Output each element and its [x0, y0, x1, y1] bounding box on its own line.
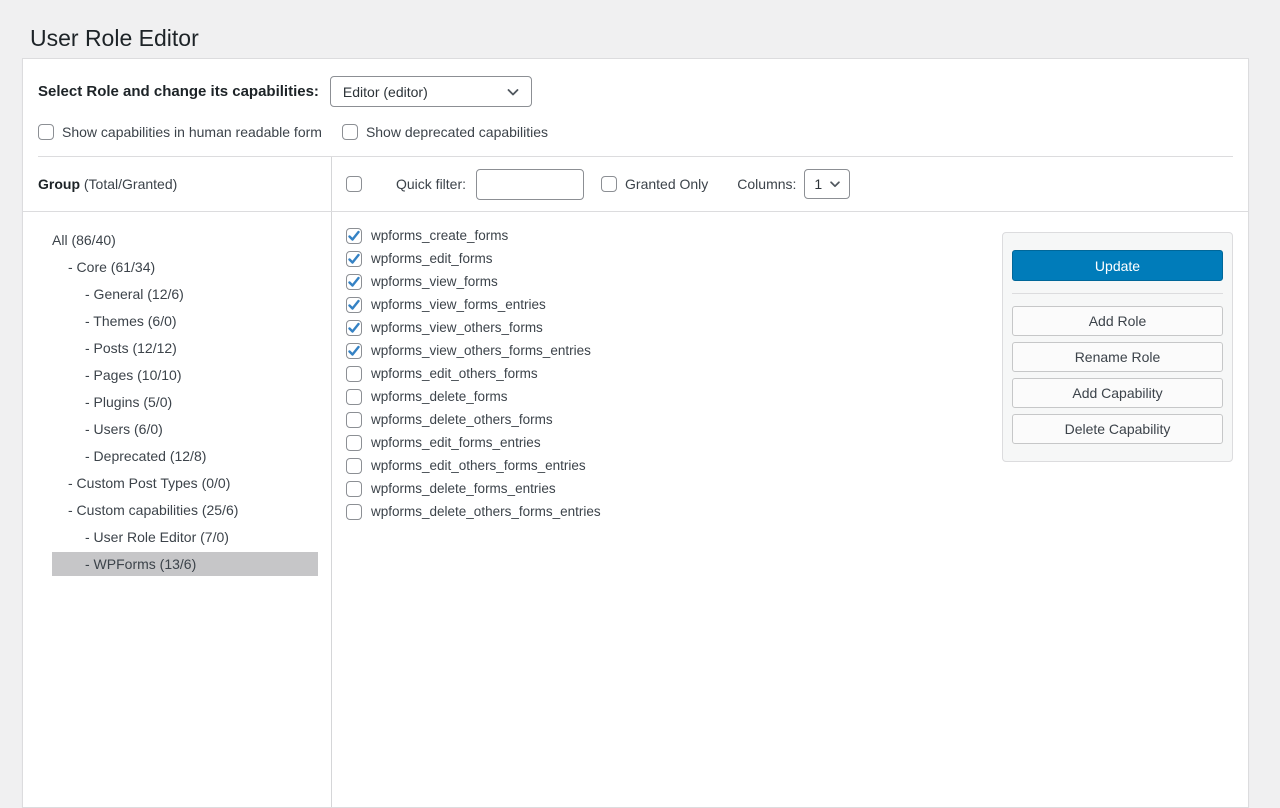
- group-item-4[interactable]: - Posts (12/12): [52, 336, 318, 360]
- role-select-value: Editor (editor): [343, 84, 428, 100]
- capability-label: wpforms_view_others_forms_entries: [371, 343, 591, 358]
- group-item-label: - Pages (10/10): [85, 367, 182, 383]
- filter-bar: Quick filter: Granted Only Columns: 1: [332, 157, 1248, 211]
- capability-label: wpforms_edit_forms: [371, 251, 493, 266]
- columns-select[interactable]: 1: [804, 169, 850, 199]
- check-icon: [348, 276, 360, 288]
- capability-checkbox[interactable]: [346, 251, 362, 267]
- columns-select-value: 1: [814, 176, 822, 192]
- group-header: Group (Total/Granted): [23, 157, 332, 211]
- actions-panel: Update Add Role Rename Role Add Capabili…: [1002, 232, 1233, 462]
- capability-checkbox[interactable]: [346, 435, 362, 451]
- add-capability-button[interactable]: Add Capability: [1012, 378, 1223, 408]
- list-body-row: All (86/40) - Core (61/34) - General (12/6…: [23, 212, 1248, 807]
- deprecated-label: Show deprecated capabilities: [366, 124, 548, 140]
- human-readable-label: Show capabilities in human readable form: [62, 124, 322, 140]
- group-item-10[interactable]: - Custom capabilities (25/6): [52, 498, 318, 522]
- group-item-label: - Themes (6/0): [85, 313, 177, 329]
- capability-label: wpforms_edit_others_forms_entries: [371, 458, 586, 473]
- group-item-6[interactable]: - Plugins (5/0): [52, 390, 318, 414]
- check-icon: [348, 253, 360, 265]
- capability-checkbox[interactable]: [346, 297, 362, 313]
- page-title: User Role Editor: [30, 24, 199, 54]
- quick-filter-input[interactable]: [476, 169, 584, 200]
- group-item-3[interactable]: - Themes (6/0): [52, 309, 318, 333]
- capability-label: wpforms_view_forms_entries: [371, 297, 546, 312]
- check-icon: [348, 345, 360, 357]
- capability-label: wpforms_view_forms: [371, 274, 498, 289]
- capability-label: wpforms_delete_others_forms: [371, 412, 553, 427]
- capability-checkbox[interactable]: [346, 320, 362, 336]
- group-item-11[interactable]: - User Role Editor (7/0): [52, 525, 318, 549]
- capability-label: wpforms_delete_forms: [371, 389, 508, 404]
- capability-checkbox[interactable]: [346, 274, 362, 290]
- group-item-5[interactable]: - Pages (10/10): [52, 363, 318, 387]
- rename-role-button[interactable]: Rename Role: [1012, 342, 1223, 372]
- check-icon: [348, 299, 360, 311]
- group-item-1[interactable]: - Core (61/34): [52, 255, 318, 279]
- capability-checkbox[interactable]: [346, 458, 362, 474]
- group-item-7[interactable]: - Users (6/0): [52, 417, 318, 441]
- group-item-label: - General (12/6): [85, 286, 184, 302]
- group-header-title: Group: [38, 176, 80, 192]
- actions-divider: [1012, 293, 1223, 294]
- capability-label: wpforms_delete_forms_entries: [371, 481, 556, 496]
- add-role-button[interactable]: Add Role: [1012, 306, 1223, 336]
- capability-checkbox[interactable]: [346, 504, 362, 520]
- delete-capability-button[interactable]: Delete Capability: [1012, 414, 1223, 444]
- capability-checkbox[interactable]: [346, 412, 362, 428]
- display-options-row: Show capabilities in human readable form…: [38, 124, 1233, 140]
- group-item-label: - Posts (12/12): [85, 340, 177, 356]
- role-editor-panel: Select Role and change its capabilities:…: [22, 58, 1249, 808]
- group-item-label: - Custom Post Types (0/0): [68, 475, 230, 491]
- group-tree: All (86/40) - Core (61/34) - General (12/6…: [23, 228, 331, 576]
- list-header-row: Group (Total/Granted) Quick filter: Gran…: [23, 157, 1248, 212]
- human-readable-checkbox[interactable]: [38, 124, 54, 140]
- capability-label: wpforms_create_forms: [371, 228, 508, 243]
- group-item-label: - Plugins (5/0): [85, 394, 172, 410]
- capability-label: wpforms_edit_forms_entries: [371, 435, 541, 450]
- capability-checkbox[interactable]: [346, 366, 362, 382]
- group-item-label: - Core (61/34): [68, 259, 155, 275]
- select-all-checkbox[interactable]: [346, 176, 362, 192]
- role-select-label: Select Role and change its capabilities:: [38, 83, 319, 100]
- role-selector-row: Select Role and change its capabilities:…: [38, 76, 1233, 107]
- capability-label: wpforms_view_others_forms: [371, 320, 543, 335]
- capability-row: wpforms_delete_forms_entries: [346, 477, 1248, 500]
- group-item-9[interactable]: - Custom Post Types (0/0): [52, 471, 318, 495]
- capability-row: wpforms_delete_others_forms_entries: [346, 500, 1248, 523]
- columns-label: Columns:: [737, 176, 796, 192]
- chevron-down-icon: [828, 177, 842, 191]
- group-header-suffix: (Total/Granted): [80, 176, 177, 192]
- granted-only-label: Granted Only: [625, 176, 708, 192]
- check-icon: [348, 230, 360, 242]
- group-item-label: - Custom capabilities (25/6): [68, 502, 238, 518]
- group-item-label: All (86/40): [52, 232, 116, 248]
- capability-label: wpforms_delete_others_forms_entries: [371, 504, 601, 519]
- group-item-8[interactable]: - Deprecated (12/8): [52, 444, 318, 468]
- capability-checkbox[interactable]: [346, 343, 362, 359]
- group-item-2[interactable]: - General (12/6): [52, 282, 318, 306]
- role-select[interactable]: Editor (editor): [330, 76, 532, 107]
- check-icon: [348, 322, 360, 334]
- capability-checkbox[interactable]: [346, 228, 362, 244]
- capability-label: wpforms_edit_others_forms: [371, 366, 538, 381]
- capabilities-panel: wpforms_create_forms wpforms_edit_forms …: [332, 212, 1248, 807]
- group-item-label: - WPForms (13/6): [85, 556, 196, 572]
- group-item-label: - Users (6/0): [85, 421, 163, 437]
- update-button[interactable]: Update: [1012, 250, 1223, 281]
- granted-only-checkbox[interactable]: [601, 176, 617, 192]
- group-item-0[interactable]: All (86/40): [52, 228, 318, 252]
- quick-filter-label: Quick filter:: [396, 176, 466, 192]
- group-item-label: - Deprecated (12/8): [85, 448, 206, 464]
- capability-checkbox[interactable]: [346, 481, 362, 497]
- capability-checkbox[interactable]: [346, 389, 362, 405]
- group-item-12[interactable]: - WPForms (13/6): [52, 552, 318, 576]
- chevron-down-icon: [505, 84, 521, 100]
- group-item-label: - User Role Editor (7/0): [85, 529, 229, 545]
- group-tree-panel: All (86/40) - Core (61/34) - General (12/6…: [23, 212, 332, 807]
- deprecated-checkbox[interactable]: [342, 124, 358, 140]
